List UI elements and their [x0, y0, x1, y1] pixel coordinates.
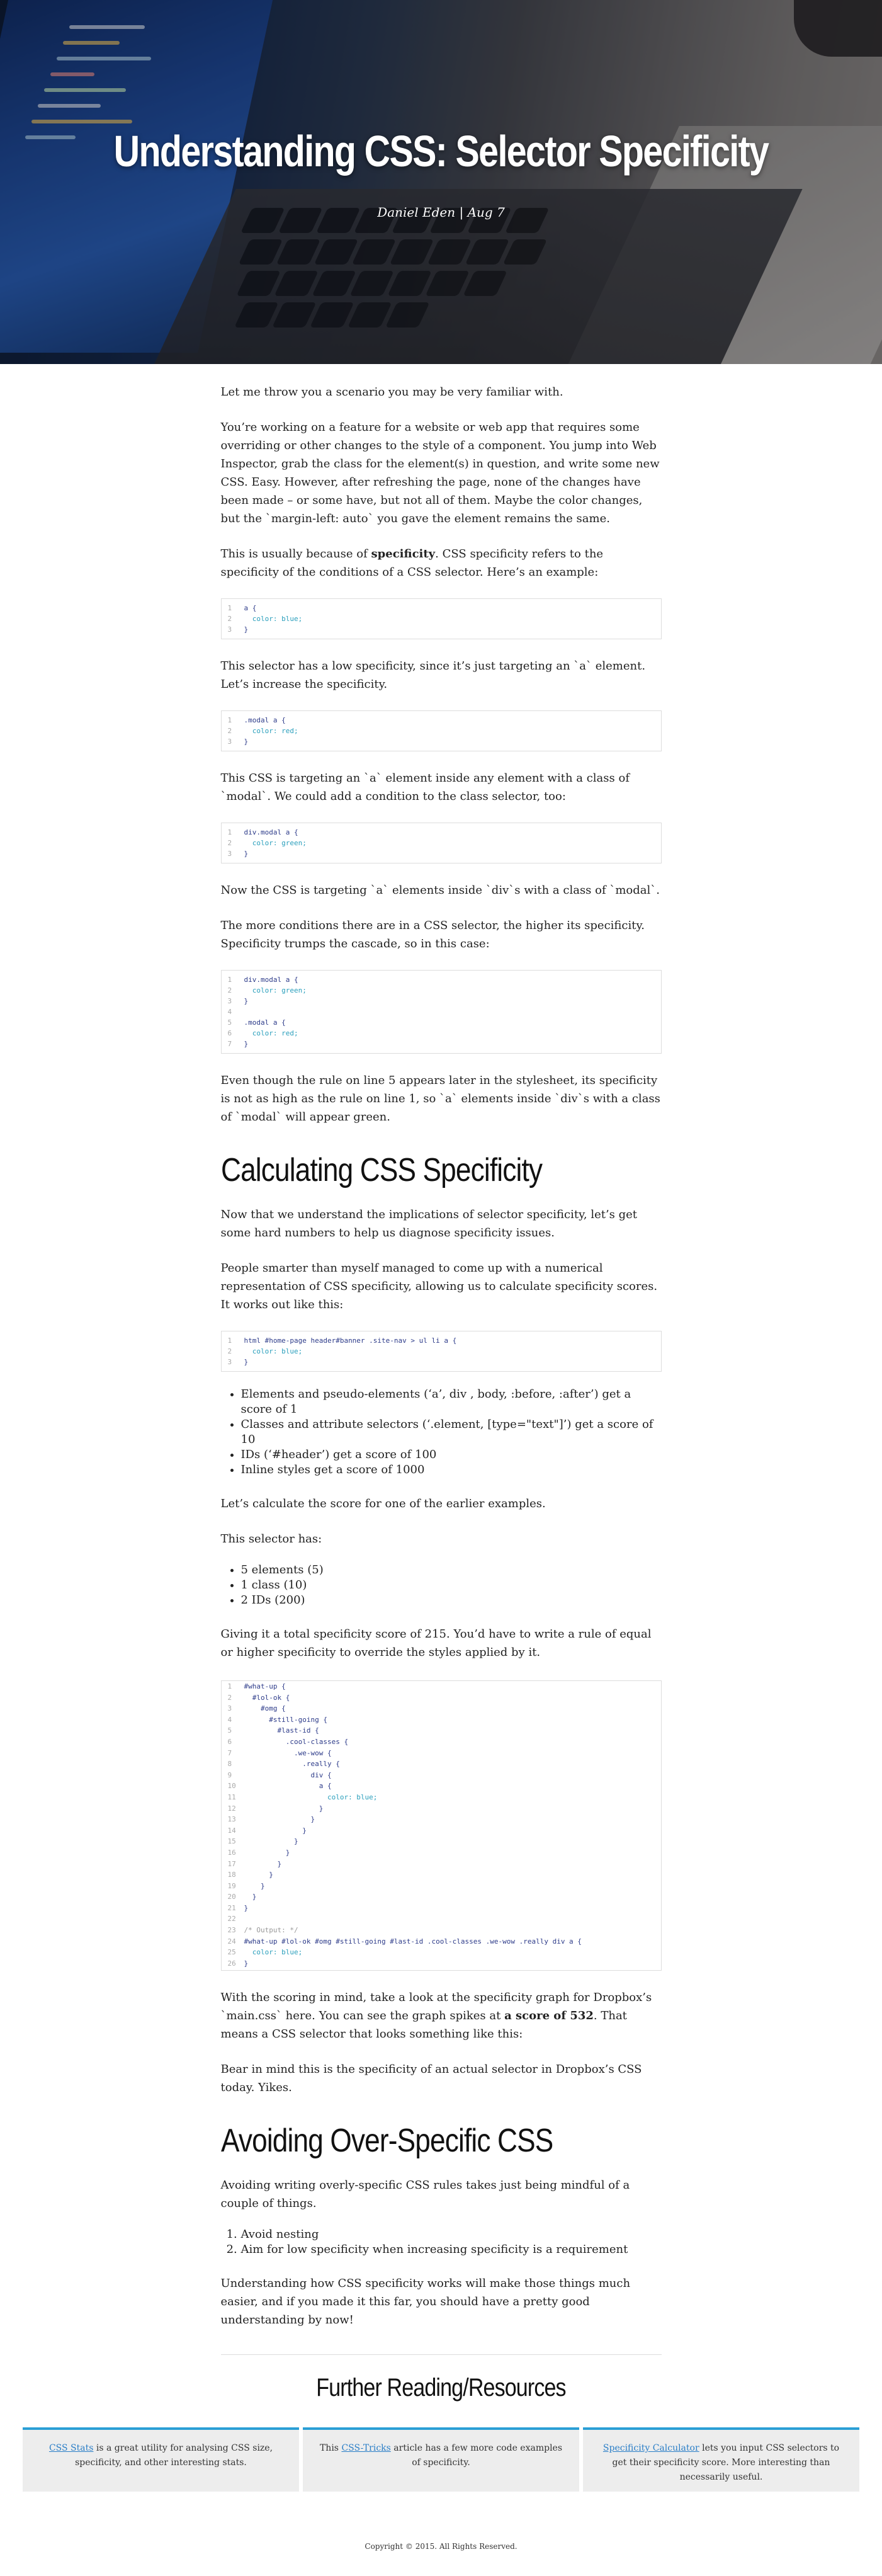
list-item: 2 IDs (200) [241, 1593, 662, 1608]
code-line: 1 #what-up { [227, 1682, 286, 1690]
code-line: 5 #last-id { [227, 1726, 319, 1735]
footer: Copyright © 2015. All Rights Reserved. [365, 2542, 517, 2551]
resource-card: Specificity Calculator lets you input CS… [583, 2427, 859, 2492]
code-line: 2 color: green; [227, 839, 307, 847]
code-line: 3} [227, 1358, 249, 1366]
specificity-calculator-link[interactable]: Specificity Calculator [603, 2443, 699, 2453]
code-line: 3} [227, 625, 249, 634]
code-line: 22 [227, 1915, 236, 1923]
code-line: 1 div.modal a { [227, 976, 298, 984]
code-line: 11 color: blue; [227, 1792, 378, 1801]
paragraph: Giving it a total specificity score of 2… [220, 1627, 652, 1659]
code-line: 23/* Output: */ [227, 1926, 298, 1935]
code-line: 10 a { [227, 1782, 332, 1791]
css-tricks-link[interactable]: CSS-Tricks [341, 2443, 390, 2453]
code-line: 2 color: green; [227, 986, 307, 994]
hero-banner: Understanding CSS: Selector Specificity … [0, 0, 882, 364]
paragraph: Let me throw you a scenario you may be v… [220, 385, 563, 399]
list-item: Classes and attribute selectors (‘.eleme… [241, 1417, 662, 1447]
code-line: 24 #what-up #lol-ok #omg #still-going #la… [227, 1937, 582, 1946]
code-line: 1a { [227, 604, 257, 612]
code-line: 12 } [227, 1804, 324, 1813]
code-line: 25 color: blue; [227, 1948, 303, 1957]
code-line: 5 .modal a { [227, 1018, 286, 1027]
code-line: 7 .we-wow { [227, 1748, 332, 1757]
code-line: 2 #lol-ok { [227, 1693, 290, 1702]
list-item: IDs (‘#header’) get a score of 100 [241, 1447, 662, 1462]
code-line: 15 } [227, 1837, 298, 1846]
code-block: 1 div.modal a { 2 color: green; 3} [220, 823, 662, 863]
code-line: 2 color: red; [227, 727, 298, 735]
code-line: 20 } [227, 1893, 257, 1901]
code-line: 4 [227, 1008, 232, 1016]
code-line: 1 .modal a { [227, 716, 286, 724]
paragraph: Let’s calculate the score for one of the… [220, 1497, 546, 1510]
code-line: 8 .really { [227, 1760, 340, 1769]
resource-card: This CSS-Tricks article has a few more c… [303, 2427, 579, 2492]
author-date: Daniel Eden | Aug 7 [377, 205, 505, 220]
selector-breakdown-list: 5 elements (5)1 class (10)2 IDs (200) [241, 1563, 662, 1608]
score-list: Elements and pseudo-elements (‘a’, div ,… [241, 1387, 662, 1478]
paragraph: Avoiding writing overly-specific CSS rul… [220, 2179, 630, 2211]
page-title: Understanding CSS: Selector Specificity [113, 127, 769, 176]
resource-cards: CSS Stats is a great utility for analysi… [0, 2427, 882, 2492]
paragraph: This CSS is targeting an `a` element ins… [220, 772, 630, 803]
paragraph: With the scoring in mind, take a look at… [220, 1991, 652, 2041]
code-line: 21} [227, 1903, 249, 1912]
paragraph: This selector has a low specificity, sin… [220, 659, 646, 691]
paragraph: This is usually because of specificity. … [220, 547, 604, 579]
code-block: 1 .modal a { 2 color: red; 3} [220, 710, 662, 751]
paragraph: This selector has: [220, 1532, 322, 1546]
article-body: Let me throw you a scenario you may be v… [220, 364, 662, 2356]
section-heading: Avoiding Over-Specific CSS [220, 2123, 553, 2160]
code-line: 18 } [227, 1871, 273, 1879]
list-item: 5 elements (5) [241, 1563, 662, 1578]
resource-card: CSS Stats is a great utility for analysi… [23, 2427, 299, 2492]
code-line: 6 color: red; [227, 1029, 298, 1037]
code-block: 1 #what-up { 2 #lol-ok { 3 #omg { 4 #still-g… [220, 1680, 662, 1971]
css-stats-link[interactable]: CSS Stats [49, 2443, 93, 2453]
list-item: Avoid nesting [241, 2227, 662, 2242]
code-line: 19 } [227, 1881, 265, 1890]
code-line: 9 div { [227, 1770, 332, 1779]
code-line: 1 html #home-page header#banner .site-nav… [227, 1336, 457, 1345]
code-line: 4 #still-going { [227, 1715, 327, 1724]
code-line: 3} [227, 738, 249, 746]
list-item: Elements and pseudo-elements (‘a’, div ,… [241, 1387, 662, 1417]
list-item: Aim for low specificity when increasing … [241, 2242, 662, 2257]
list-item: 1 class (10) [241, 1578, 662, 1593]
further-reading-title: Further Reading/Resources [316, 2374, 566, 2402]
code-line: 17 } [227, 1859, 282, 1868]
paragraph: People smarter than myself managed to co… [220, 1262, 658, 1311]
code-line: 7} [227, 1040, 249, 1048]
code-line: 3} [227, 997, 249, 1005]
code-line: 13 } [227, 1815, 315, 1824]
code-block: 1 html #home-page header#banner .site-nav… [220, 1331, 662, 1372]
code-line: 6 .cool-classes { [227, 1737, 349, 1746]
code-line: 26} [227, 1959, 249, 1968]
section-heading: Calculating CSS Specificity [220, 1152, 543, 1188]
avoid-list: Avoid nestingAim for low specificity whe… [241, 2227, 662, 2257]
code-line: 14 } [227, 1826, 307, 1835]
paragraph: You’re working on a feature for a websit… [220, 421, 660, 525]
paragraph: Now the CSS is targeting `a` elements in… [220, 884, 660, 897]
paragraph: Bear in mind this is the specificity of … [220, 2063, 642, 2095]
paragraph: Now that we understand the implications … [220, 1208, 638, 1240]
code-line: 2 color: blue; [227, 615, 303, 623]
code-line: 3 #omg { [227, 1704, 286, 1713]
list-item: Inline styles get a score of 1000 [241, 1462, 662, 1478]
code-line: 1 div.modal a { [227, 828, 298, 836]
paragraph: Understanding how CSS specificity works … [220, 2277, 631, 2327]
code-line: 16 } [227, 1848, 290, 1857]
code-line: 2 color: blue; [227, 1347, 303, 1355]
code-line: 3} [227, 850, 249, 858]
code-block: 1 div.modal a { 2 color: green; 3} 4 5 .modal … [220, 970, 662, 1054]
further-reading: Further Reading/Resources CSS Stats is a… [0, 2355, 882, 2492]
paragraph: The more conditions there are in a CSS s… [220, 919, 645, 950]
paragraph: Even though the rule on line 5 appears l… [220, 1074, 660, 1124]
code-block: 1a { 2 color: blue; 3} [220, 598, 662, 639]
